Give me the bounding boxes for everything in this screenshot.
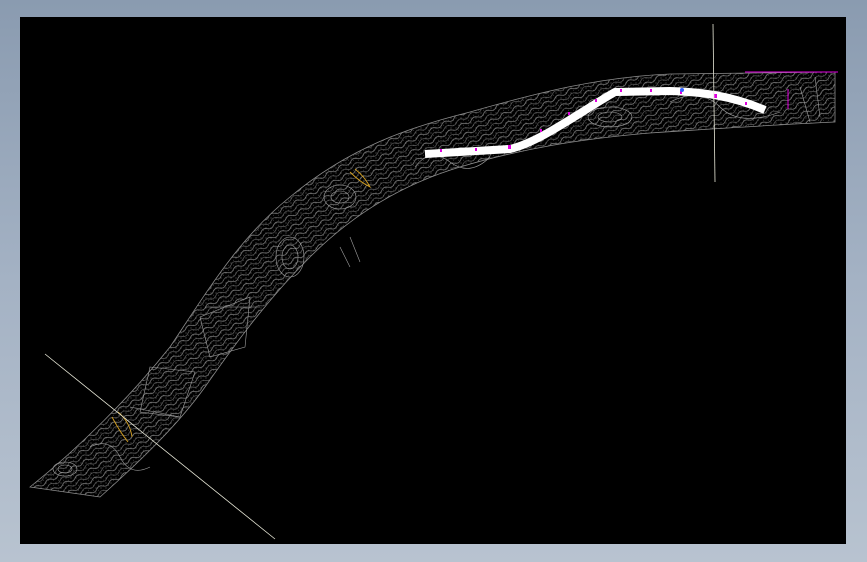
blue-mark: [680, 88, 684, 92]
cad-drawing-canvas[interactable]: [20, 17, 846, 544]
cad-drawing-viewport[interactable]: [20, 17, 846, 544]
